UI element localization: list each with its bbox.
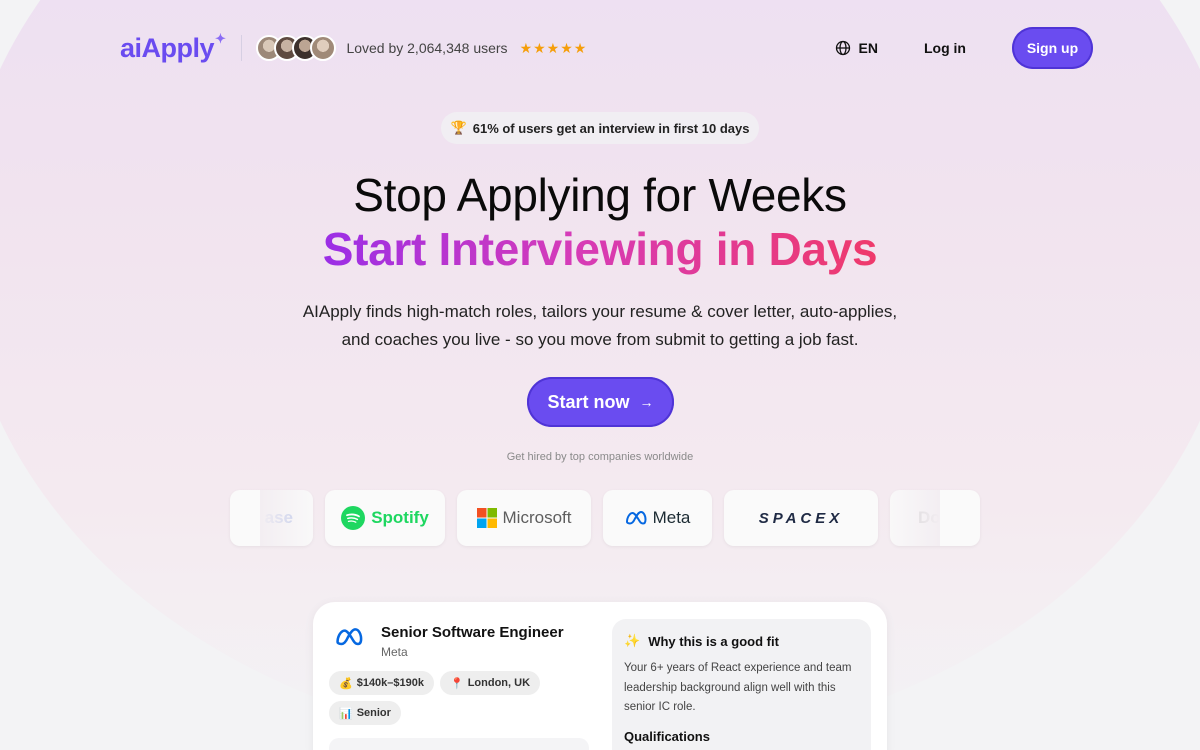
job-match-card[interactable]: Senior Software Engineer Meta 💰 $140k–$1… bbox=[313, 602, 887, 750]
globe-icon bbox=[835, 40, 850, 56]
card-section bbox=[329, 738, 589, 750]
logo-fade-left bbox=[260, 490, 320, 546]
level-tag: 📊 Senior bbox=[329, 701, 401, 725]
avatar bbox=[310, 35, 337, 61]
trophy-icon: 🏆 bbox=[450, 120, 467, 135]
job-title: Senior Software Engineer bbox=[381, 624, 564, 641]
good-fit-heading: ✨ Why this is a good fit bbox=[624, 633, 779, 649]
rating-stars: ★★★★★ bbox=[519, 39, 588, 56]
badge-text: 61% of users get an interview in first 1… bbox=[472, 120, 750, 136]
header-divider bbox=[241, 35, 243, 61]
job-company: Meta bbox=[381, 645, 408, 659]
salary-label: $140k–$190k bbox=[356, 677, 424, 689]
sparkles-icon: ✨ bbox=[624, 633, 641, 648]
company-logo-strip: ase Spotify Microsoft Meta bbox=[230, 490, 980, 546]
company-logo-card: SPACEX bbox=[724, 490, 878, 546]
pin-icon: 📍 bbox=[450, 677, 464, 690]
loved-by-text: Loved by 2,064,348 users bbox=[346, 40, 508, 56]
cta-label: Start now bbox=[547, 391, 630, 412]
salary-tag: 💰 $140k–$190k bbox=[329, 671, 434, 695]
hero-title-line2: Start Interviewing in Days bbox=[0, 222, 1200, 276]
logo-fade-right bbox=[880, 490, 940, 546]
company-name: Microsoft bbox=[502, 508, 572, 527]
chart-icon: 📊 bbox=[339, 707, 353, 720]
user-avatars bbox=[256, 35, 337, 61]
company-name: Spotify bbox=[371, 508, 429, 527]
company-logo-card: Meta bbox=[603, 490, 712, 546]
interview-stat-badge: 🏆 61% of users get an interview in first… bbox=[441, 112, 759, 144]
hero-title-line1: Stop Applying for Weeks bbox=[353, 169, 847, 221]
spotify-icon bbox=[341, 506, 366, 530]
gradient-headline: Start Interviewing in Days bbox=[322, 223, 878, 275]
sparkle-icon: ✦ bbox=[215, 30, 226, 46]
start-now-button[interactable]: Start now → bbox=[527, 377, 674, 427]
good-fit-panel: ✨ Why this is a good fit Your 6+ years o… bbox=[612, 619, 871, 750]
site-header: aiApply ✦ Loved by 2,064,348 users ★★★★★… bbox=[120, 26, 1093, 70]
brand-logo[interactable]: aiApply ✦ bbox=[120, 30, 226, 64]
landing-page: aiApply ✦ Loved by 2,064,348 users ★★★★★… bbox=[0, 0, 1200, 750]
location-tag: 📍 London, UK bbox=[440, 671, 541, 695]
company-logo-card: Spotify bbox=[325, 490, 445, 546]
login-link[interactable]: Log in bbox=[924, 40, 966, 56]
signup-button[interactable]: Sign up bbox=[1012, 27, 1093, 69]
meta-icon bbox=[625, 511, 647, 525]
company-name: Meta bbox=[652, 508, 691, 527]
meta-icon bbox=[336, 628, 363, 646]
brand-name: aiApply bbox=[120, 32, 215, 63]
language-selector[interactable]: EN bbox=[835, 40, 878, 56]
microsoft-icon bbox=[476, 508, 497, 528]
level-label: Senior bbox=[356, 707, 391, 719]
hero-subtitle: AIApply finds high-match roles, tailors … bbox=[302, 302, 898, 349]
good-fit-title: Why this is a good fit bbox=[648, 633, 779, 649]
company-logo-card: Microsoft bbox=[457, 490, 591, 546]
good-fit-text: Your 6+ years of React experience and te… bbox=[624, 662, 852, 713]
money-bag-icon: 💰 bbox=[339, 677, 353, 690]
qualifications-heading: Qualifications bbox=[624, 729, 710, 744]
language-label: EN bbox=[858, 40, 878, 56]
company-name: SPACEX bbox=[758, 509, 844, 527]
location-label: London, UK bbox=[467, 677, 531, 689]
arrow-right-icon: → bbox=[639, 394, 654, 410]
hired-caption: Get hired by top companies worldwide bbox=[506, 451, 694, 463]
